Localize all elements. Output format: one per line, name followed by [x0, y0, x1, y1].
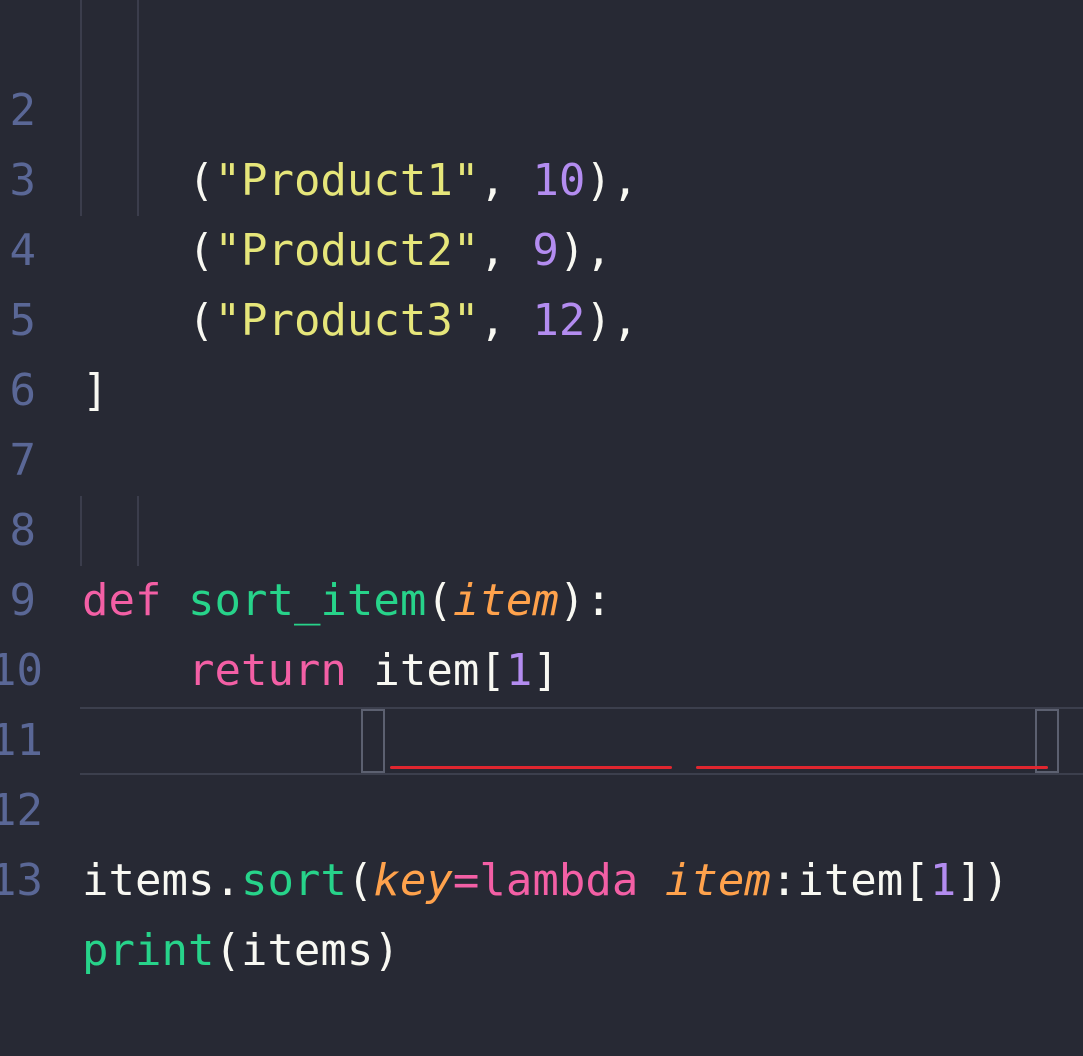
code-text[interactable]: items.sort(key=lambda item:item[1])	[82, 846, 1009, 916]
code-line-current[interactable]: 12 items.sort(key=lambda item:item[1])	[0, 706, 1083, 906]
code-line[interactable]: 9 return item[1]	[0, 496, 1083, 696]
code-line[interactable]: 8 def sort_item(item):	[0, 426, 1083, 626]
code-editor[interactable]: 2 ("Product1", 10), 3 ("Product2", 9), 4…	[0, 0, 1083, 976]
code-line[interactable]: 7	[0, 356, 1083, 486]
code-line[interactable]: 4 ("Product3", 12),	[0, 146, 1083, 346]
code-line[interactable]: 11	[0, 636, 1083, 766]
code-line[interactable]: 3 ("Product2", 9),	[0, 76, 1083, 276]
code-line[interactable]: 2 ("Product1", 10),	[0, 6, 1083, 206]
code-line[interactable]: 13 print(items)	[0, 776, 1083, 976]
code-text[interactable]: print(items)	[82, 916, 400, 986]
code-line[interactable]: 6	[0, 286, 1083, 416]
code-line[interactable]: 5 ]	[0, 216, 1083, 416]
code-line[interactable]: 10	[0, 566, 1083, 696]
line-number: 13	[0, 855, 43, 906]
